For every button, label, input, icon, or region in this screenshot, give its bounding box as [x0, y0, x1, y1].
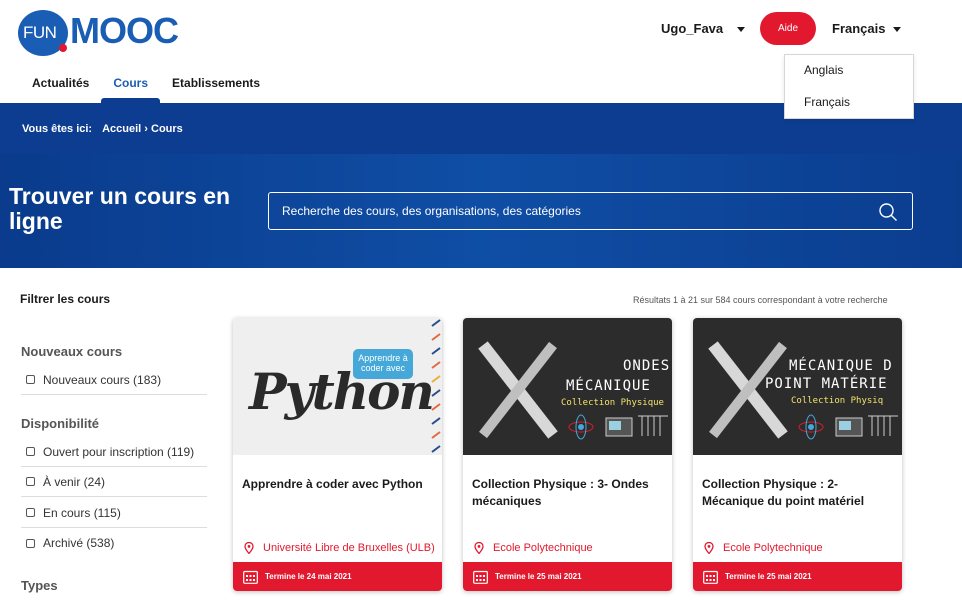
course-image[interactable]: Python Apprendre à coder avec — [233, 318, 442, 455]
filter-label: Nouveaux cours (183) — [43, 372, 162, 387]
filter-checkbox-a-venir[interactable]: À venir (24) — [21, 467, 207, 497]
filter-checkbox-nouveaux[interactable]: Nouveaux cours (183) — [21, 365, 207, 395]
course-card[interactable]: Python Apprendre à coder avec Apprendre … — [233, 318, 442, 591]
map-pin-icon — [704, 542, 714, 554]
course-image[interactable]: ONDES MÉCANIQUE Collection Physique — [463, 318, 672, 455]
checkbox-icon[interactable] — [26, 508, 35, 517]
search-input[interactable] — [282, 193, 872, 229]
language-option-anglais[interactable]: Anglais — [804, 63, 843, 77]
checkbox-icon[interactable] — [26, 375, 35, 384]
course-org-name: Ecole Polytechnique — [493, 542, 593, 554]
course-org[interactable]: Université Libre de Bruxelles (ULB) — [244, 542, 435, 554]
course-image-bubble: Apprendre à coder avec — [353, 349, 413, 379]
course-image-text: ONDES — [623, 358, 671, 374]
course-date-bar: Termine le 24 mai 2021 — [233, 562, 442, 591]
course-title[interactable]: Collection Physique : 3- Ondes mécanique… — [472, 476, 667, 510]
nav-actualites[interactable]: Actualités — [20, 70, 101, 103]
search-icon[interactable] — [878, 202, 898, 222]
filter-label: À venir (24) — [43, 474, 106, 489]
stripes-decoration — [431, 319, 441, 453]
course-org-name: Ecole Polytechnique — [723, 542, 823, 554]
main-nav: Actualités Cours Etablissements — [20, 70, 272, 103]
logo-mooc-text: MOOC — [70, 10, 179, 51]
language-selector[interactable]: Français — [832, 21, 902, 36]
filter-label: Ouvert pour inscription (119) — [43, 444, 195, 459]
course-image[interactable]: MÉCANIQUE D POINT MATÉRIE Collection Phy… — [693, 318, 902, 455]
user-name: Ugo_Fava — [661, 21, 724, 36]
breadcrumb-prefix: Vous êtes ici: — [22, 122, 93, 135]
course-org-name: Université Libre de Bruxelles (ULB) — [263, 542, 435, 554]
course-org[interactable]: Ecole Polytechnique — [474, 542, 593, 554]
checkbox-icon[interactable] — [26, 538, 35, 548]
course-card[interactable]: MÉCANIQUE D POINT MATÉRIE Collection Phy… — [693, 318, 902, 591]
user-menu[interactable]: Ugo_Fava — [661, 21, 746, 36]
calendar-icon — [473, 570, 488, 584]
checkbox-icon[interactable] — [26, 447, 35, 456]
course-date: Termine le 24 mai 2021 — [265, 572, 352, 581]
logo-dot — [59, 44, 67, 52]
filter-checkbox-en-cours[interactable]: En cours (115) — [21, 498, 207, 528]
chevron-down-icon — [737, 27, 746, 32]
filter-label: Archivé (538) — [43, 536, 115, 550]
page-title: Trouver un cours en ligne — [9, 183, 231, 234]
course-image-text: POINT MATÉRIE — [765, 376, 888, 392]
filter-label: En cours (115) — [43, 505, 121, 520]
course-date: Termine le 25 mai 2021 — [495, 572, 582, 581]
course-date: Termine le 25 mai 2021 — [725, 572, 812, 581]
filters-title: Filtrer les cours — [20, 292, 111, 306]
course-date-bar: Termine le 25 mai 2021 — [693, 562, 902, 591]
course-org[interactable]: Ecole Polytechnique — [704, 542, 823, 554]
search-box — [268, 192, 913, 230]
lab-equipment-drawing — [568, 414, 668, 440]
x-chalk-drawing — [478, 341, 558, 439]
map-pin-icon — [244, 542, 254, 554]
help-button[interactable]: Aide — [760, 12, 816, 45]
filter-section-title: Nouveaux cours — [21, 344, 123, 359]
filter-section-title: Types — [21, 578, 58, 593]
course-image-text: Collection Physique — [561, 398, 664, 408]
chevron-down-icon — [893, 27, 902, 32]
results-count: Résultats 1 à 21 sur 584 cours correspon… — [633, 295, 888, 305]
filter-checkbox-ouvert[interactable]: Ouvert pour inscription (119) — [21, 437, 207, 467]
filter-checkbox-archive[interactable]: Archivé (538) — [21, 528, 207, 558]
map-pin-icon — [474, 542, 484, 554]
course-title[interactable]: Apprendre à coder avec Python — [242, 476, 437, 493]
calendar-icon — [703, 570, 718, 584]
course-date-bar: Termine le 25 mai 2021 — [463, 562, 672, 591]
filter-section-title: Disponibilité — [21, 416, 99, 431]
language-option-francais[interactable]: Français — [804, 95, 850, 109]
breadcrumb-path[interactable]: Accueil › Cours — [102, 123, 183, 135]
hero-search-section: Trouver un cours en ligne — [0, 154, 962, 268]
nav-cours[interactable]: Cours — [101, 70, 160, 103]
fun-mooc-logo[interactable]: FUN MOOC — [18, 8, 179, 56]
course-image-text: MÉCANIQUE — [566, 378, 651, 394]
language-dropdown: Anglais Français — [784, 54, 914, 119]
site-header: FUN MOOC Actualités Cours Etablissements… — [0, 0, 962, 119]
nav-etablissements[interactable]: Etablissements — [160, 70, 272, 103]
checkbox-icon[interactable] — [26, 477, 35, 486]
course-image-text: MÉCANIQUE D — [789, 358, 893, 374]
language-current: Français — [832, 21, 886, 36]
course-image-text: Collection Physiq — [791, 396, 884, 406]
lab-equipment-drawing — [798, 414, 898, 440]
calendar-icon — [243, 570, 258, 584]
filters-sidebar: Filtrer les cours Nouveaux cours Nouveau… — [0, 268, 220, 601]
course-card[interactable]: ONDES MÉCANIQUE Collection Physique Coll… — [463, 318, 672, 591]
logo-fun-text: FUN — [23, 23, 57, 42]
course-title[interactable]: Collection Physique : 2- Mécanique du po… — [702, 476, 897, 510]
